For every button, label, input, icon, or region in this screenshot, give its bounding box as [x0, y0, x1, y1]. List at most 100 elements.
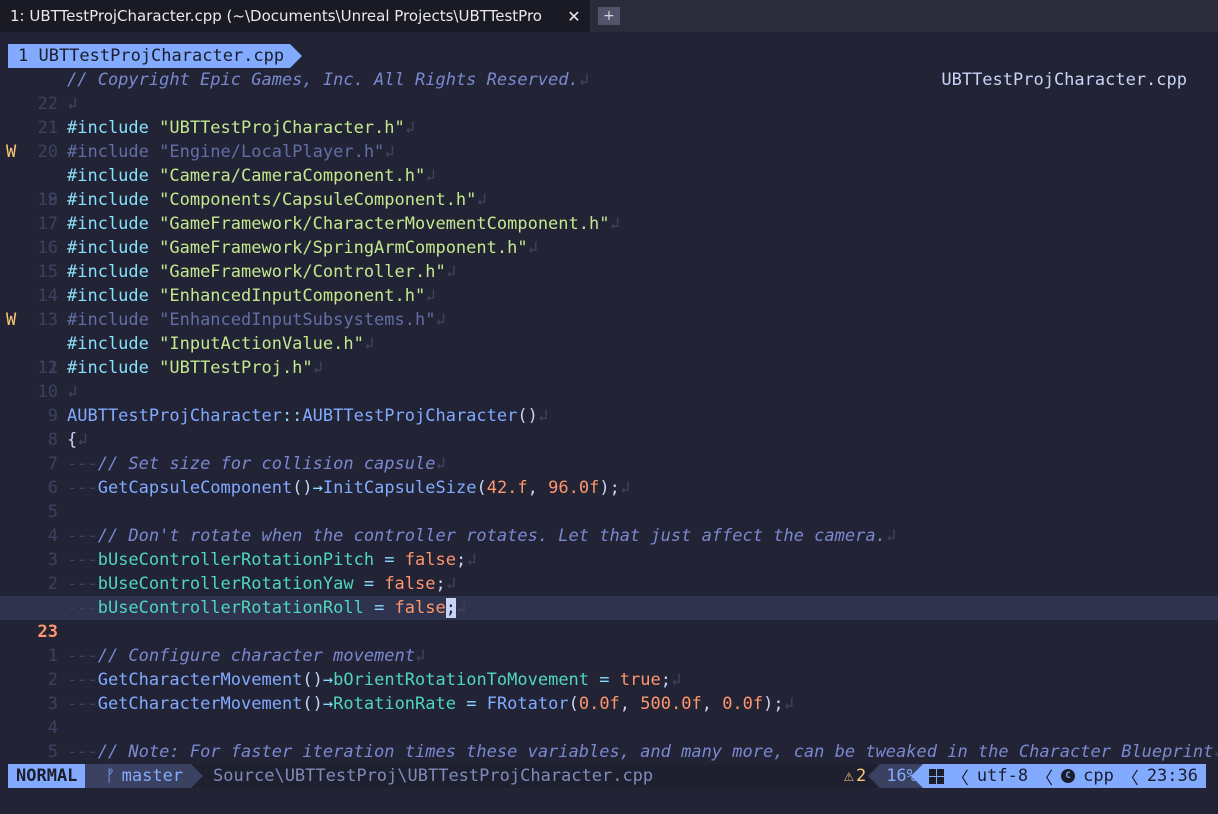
include-path: "UBTTestProjCharacter.h"	[159, 118, 405, 138]
warning-sign[interactable]: W	[6, 308, 20, 332]
eol-marker: ↲	[425, 286, 436, 306]
git-branch[interactable]: ᚠ master	[85, 764, 203, 788]
member-variable: bUseControllerRotationPitch	[97, 550, 375, 570]
parens: ()	[302, 694, 323, 714]
statusline: NORMAL ᚠ master Source\UBTTestProj\UBTTe…	[8, 764, 1206, 789]
code-line[interactable]: 1	[0, 620, 1218, 666]
parens: ()	[302, 670, 323, 690]
text-cursor: ;	[445, 598, 456, 618]
semicolon: ;	[455, 550, 467, 570]
code-line[interactable]: 13 #include "EnhancedInputComponent.h"↲	[0, 284, 1218, 330]
eol-marker: ↲	[885, 526, 897, 546]
code-line[interactable]: 14 #include "GameFramework/Controller.h"…	[0, 260, 1218, 306]
include-directive: #include	[67, 262, 160, 282]
new-tab-button[interactable]: +	[598, 7, 620, 25]
warning-sign[interactable]: W	[6, 140, 20, 164]
mode-indicator: NORMAL	[8, 764, 98, 788]
code-line[interactable]: 20 #include "UBTTestProjCharacter.h"↲	[0, 116, 1218, 162]
include-path: "Camera/CameraComponent.h"	[159, 166, 426, 186]
include-directive: #include	[67, 334, 160, 354]
bool-literal: false	[394, 598, 446, 618]
code-line[interactable]: 15 #include "GameFramework/SpringArmComp…	[0, 236, 1218, 282]
window-titlebar: 1: UBTTestProjCharacter.cpp (~\Documents…	[0, 0, 1218, 32]
code-line[interactable]: 8 AUBTTestProjCharacter::AUBTTestProjCha…	[0, 404, 1218, 450]
cpp-file-icon: C	[1061, 769, 1076, 783]
code-line[interactable]: 6 ---// Note: For faster iteration times…	[0, 740, 1218, 786]
code-line[interactable]: 11 #include "InputActionValue.h"↲	[0, 332, 1218, 378]
member-variable: bOrientRotationToMovement	[333, 670, 590, 690]
include-directive-unused: #include	[67, 142, 160, 162]
code-line[interactable]: 18 #include "Camera/CameraComponent.h"↲	[0, 164, 1218, 210]
code-line[interactable]: 17 #include "Components/CapsuleComponent…	[0, 188, 1218, 234]
include-directive: #include	[67, 358, 160, 378]
code-line[interactable]: 5	[0, 716, 1218, 762]
code-line[interactable]: 2 ---// Configure character movement↲	[0, 644, 1218, 690]
code-line[interactable]: 4 ---GetCharacterMovement()→RotationRate…	[0, 692, 1218, 738]
eol-marker: ↲	[527, 238, 538, 258]
include-directive-unused: #include	[67, 310, 160, 330]
indent-guide: ---	[67, 670, 98, 690]
code-line[interactable]: 5 ---GetCapsuleComponent()→InitCapsuleSi…	[0, 476, 1218, 522]
code-lines[interactable]: 22 // Copyright Epic Games, Inc. All Rig…	[0, 68, 1218, 786]
paren-open: (	[568, 694, 579, 714]
assign-operator: =	[589, 670, 620, 690]
member-variable: RotationRate	[333, 694, 456, 714]
eol-marker: ↲	[67, 94, 78, 114]
indent-guide: ---	[67, 550, 98, 570]
function-call: GetCharacterMovement	[97, 670, 303, 690]
buffer-tab-active[interactable]: 1 UBTTestProjCharacter.cpp	[8, 44, 303, 68]
file-info: 〈 utf-8 〈 C cpp 〈 23:36	[910, 764, 1206, 789]
member-variable: bUseControllerRotationRoll	[97, 598, 364, 618]
eol-marker: ↲	[67, 382, 78, 402]
code-line[interactable]: 3 ---// Don't rotate when the controller…	[0, 524, 1218, 570]
bool-literal: true	[619, 670, 661, 690]
include-path: "UBTTestProj.h"	[159, 358, 313, 378]
number-literal: 0.0f	[722, 694, 764, 714]
indent-guide: ---	[67, 454, 98, 474]
eol-marker: ↲	[425, 166, 436, 186]
comment: // Set size for collision capsule	[97, 454, 436, 474]
code-line[interactable]: 3 ---GetCharacterMovement()→bOrientRotat…	[0, 668, 1218, 714]
include-directive: #include	[67, 166, 160, 186]
git-branch-icon: ᚠ	[105, 766, 116, 786]
warning-count: 2	[855, 766, 867, 786]
code-line[interactable]: 6 ---// Set size for collision capsule↲	[0, 452, 1218, 498]
indent-guide: ---	[67, 478, 98, 498]
file-path: Source\UBTTestProj\UBTTestProjCharacter.…	[213, 766, 654, 786]
indent-guide: ---	[67, 742, 98, 762]
parens: ()	[517, 406, 538, 426]
editor-area[interactable]: 1 UBTTestProjCharacter.cpp UBTTestProjCh…	[0, 32, 1218, 814]
terminal-tab[interactable]: 1: UBTTestProjCharacter.cpp (~\Documents…	[0, 0, 590, 32]
include-path-unused: "Engine/LocalPlayer.h"	[159, 142, 385, 162]
code-line[interactable]: 9 ↲	[0, 380, 1218, 426]
code-line[interactable]: 1 ---bUseControllerRotationYaw = false;↲	[0, 572, 1218, 618]
type-constructor: FRotator	[486, 694, 569, 714]
eol-marker: ↲	[435, 310, 446, 330]
code-line[interactable]: 4	[0, 500, 1218, 546]
eol-marker: ↲	[619, 478, 631, 498]
code-line[interactable]: 16 #include "GameFramework/CharacterMove…	[0, 212, 1218, 258]
code-line[interactable]: 21 ↲	[0, 92, 1218, 138]
eol-marker: ↲	[312, 358, 323, 378]
code-line[interactable]: W 19 #include "Engine/LocalPlayer.h"↲	[0, 140, 1218, 210]
code-line[interactable]: W 12 #include "EnhancedInputSubsystems.h…	[0, 308, 1218, 378]
function-call: GetCapsuleComponent	[97, 478, 293, 498]
eol-marker: ↲	[578, 70, 589, 90]
code-line[interactable]: 7 {↲	[0, 428, 1218, 474]
comment: // Don't rotate when the controller rota…	[97, 526, 886, 546]
close-icon[interactable]: ✕	[564, 7, 584, 26]
code-line[interactable]: 10 #include "UBTTestProj.h"↲	[0, 356, 1218, 402]
include-directive: #include	[67, 190, 160, 210]
number-literal: 500.0f	[640, 694, 702, 714]
code-line[interactable]: 2 ---bUseControllerRotationPitch = false…	[0, 548, 1218, 594]
code-line[interactable]: 22 // Copyright Epic Games, Inc. All Rig…	[0, 68, 1218, 114]
file-type: cpp	[1083, 766, 1114, 786]
include-directive: #include	[67, 214, 160, 234]
assign-operator: =	[353, 574, 385, 594]
include-path-unused: "EnhancedInputSubsystems.h"	[159, 310, 436, 330]
include-path: "GameFramework/CharacterMovementComponen…	[159, 214, 610, 234]
number-literal: 0.0f	[578, 694, 620, 714]
code-line-current[interactable]: 23 ---bUseControllerRotationRoll = false…	[0, 596, 1218, 642]
member-variable: bUseControllerRotationYaw	[97, 574, 354, 594]
eol-marker: ↲	[783, 694, 794, 714]
